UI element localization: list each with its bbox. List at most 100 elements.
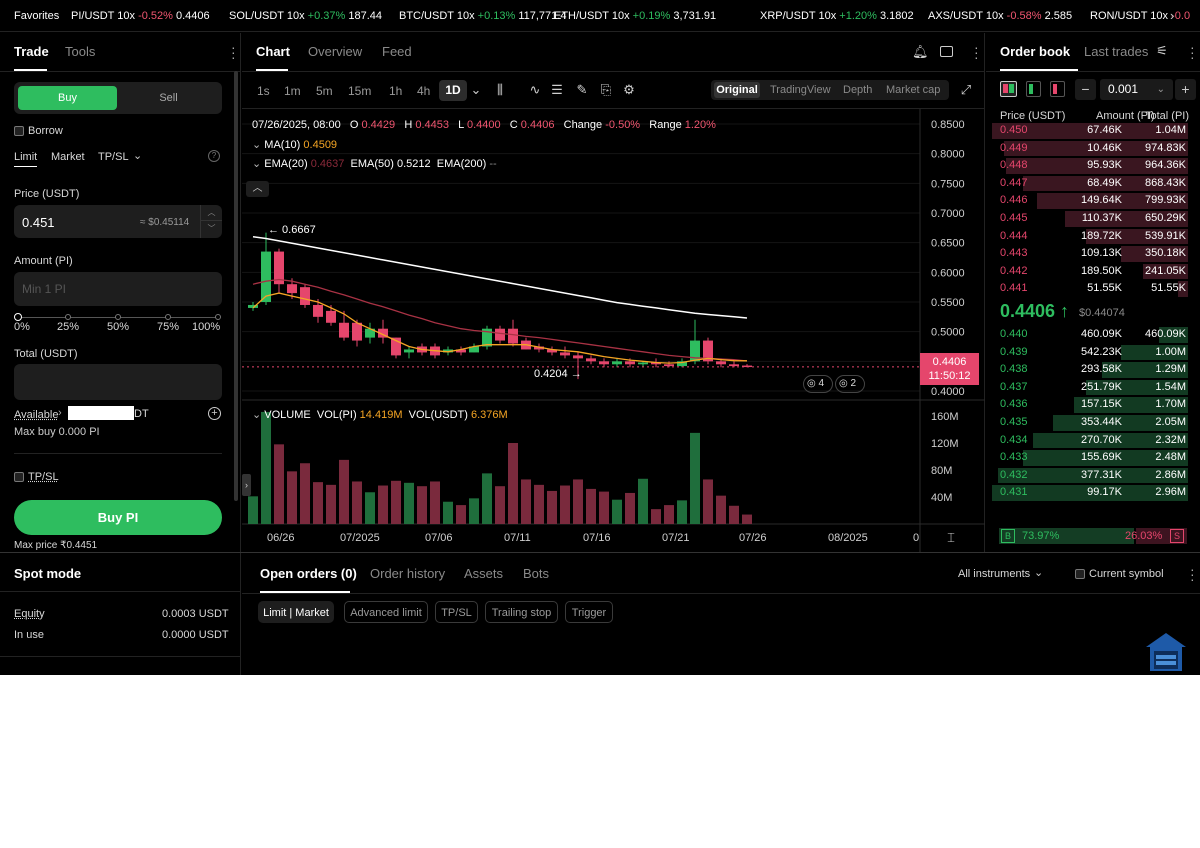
chevron-down-icon[interactable]: ⌄ xyxy=(133,149,142,162)
book-both-icon[interactable] xyxy=(1000,81,1017,97)
ask-row[interactable]: 0.445 110.37K 650.29K xyxy=(992,210,1188,228)
chevron-down-icon[interactable]: ⌄ xyxy=(470,82,482,98)
help-icon[interactable]: ? xyxy=(208,150,220,162)
slider-mark[interactable]: 0% xyxy=(14,321,30,333)
more-icon[interactable]: · · · xyxy=(231,40,236,64)
ticker-item[interactable]: AXS/USDT 10x -0.58% 2.585 xyxy=(928,0,1072,32)
book-bids-icon[interactable] xyxy=(1026,81,1041,97)
subtab-trigger[interactable]: Trigger xyxy=(565,601,613,623)
view-tradingview[interactable]: TradingView xyxy=(770,84,831,96)
stepper-down-icon[interactable]: ﹀ xyxy=(201,221,222,237)
timeframe-15m[interactable]: 15m xyxy=(348,84,371,98)
tab-chart[interactable]: Chart xyxy=(256,44,290,59)
book-asks-icon[interactable] xyxy=(1050,81,1065,97)
ask-row[interactable]: 0.446 149.64K 799.93K xyxy=(992,192,1188,210)
timeframe-1s[interactable]: 1s xyxy=(257,84,270,98)
tab-bots[interactable]: Bots xyxy=(523,566,549,581)
tab-last-trades[interactable]: Last trades xyxy=(1084,44,1148,59)
order-type-market[interactable]: Market xyxy=(51,151,85,163)
more-icon[interactable]: · · · xyxy=(1190,562,1195,586)
subtab-tpsl[interactable]: TP/SL xyxy=(435,601,478,623)
template-icon[interactable]: ⎘ xyxy=(599,82,613,98)
ask-row[interactable]: 0.450 67.46K 1.04M xyxy=(992,122,1188,140)
timeframe-5m[interactable]: 5m xyxy=(316,84,333,98)
tab-tools[interactable]: Tools xyxy=(65,44,95,59)
favorites-label[interactable]: Favorites xyxy=(14,0,59,32)
subtab-trailing-stop[interactable]: Trailing stop xyxy=(485,601,558,623)
tpsl-checkbox[interactable] xyxy=(14,472,24,482)
ticker-item[interactable]: SOL/USDT 10x +0.37% 187.44 xyxy=(229,0,382,32)
borrow-checkbox[interactable] xyxy=(14,126,24,136)
current-symbol-checkbox[interactable] xyxy=(1075,569,1085,579)
bid-row[interactable]: 0.440 460.09K 460.09K xyxy=(992,326,1188,344)
order-type-limit[interactable]: Limit xyxy=(14,151,37,163)
ask-row[interactable]: 0.442 189.50K 241.05K xyxy=(992,263,1188,281)
bid-row[interactable]: 0.431 99.17K 2.96M xyxy=(992,484,1188,502)
candle-type-icon[interactable]: ⫼ xyxy=(493,82,507,98)
stepper-up-icon[interactable]: ︿ xyxy=(201,205,222,221)
buy-pi-button[interactable]: Buy PI xyxy=(14,500,222,535)
view-market-cap[interactable]: Market cap xyxy=(886,84,940,96)
list-icon[interactable]: ☰ xyxy=(550,82,564,98)
tab-order-history[interactable]: Order history xyxy=(370,566,445,581)
collapse-legend-icon[interactable]: ︿ xyxy=(246,181,269,197)
ask-row[interactable]: 0.449 10.46K 974.83K xyxy=(992,140,1188,158)
slider-handle[interactable] xyxy=(14,313,22,321)
more-icon[interactable]: · · · xyxy=(974,40,979,64)
ask-row[interactable]: 0.444 189.72K 539.91K xyxy=(992,228,1188,246)
order-type-tpsl[interactable]: TP/SL xyxy=(98,151,129,163)
draw-icon[interactable]: ✎ xyxy=(575,82,589,98)
chevron-right-icon[interactable]: › xyxy=(58,407,62,419)
chevron-right-icon[interactable]: › xyxy=(1170,0,1174,32)
tab-overview[interactable]: Overview xyxy=(308,44,362,59)
ask-row[interactable]: 0.447 68.49K 868.43K xyxy=(992,175,1188,193)
expand-panel-icon[interactable]: › xyxy=(242,474,251,496)
slider-mark[interactable]: 75% xyxy=(157,321,179,333)
fullscreen-icon[interactable]: ⤢ xyxy=(959,82,973,98)
ticker-item[interactable]: XRP/USDT 10x +1.20% 3.1802 xyxy=(760,0,914,32)
ask-row[interactable]: 0.441 51.55K 51.55K xyxy=(992,280,1188,298)
ticker-item[interactable]: BTC/USDT 10x +0.13% 117,771.4 xyxy=(399,0,566,32)
timeframe-1m[interactable]: 1m xyxy=(284,84,301,98)
bid-row[interactable]: 0.437 251.79K 1.54M xyxy=(992,379,1188,397)
timeframe-4h[interactable]: 4h xyxy=(417,84,430,98)
filter-settings-icon[interactable]: ⚟ xyxy=(1154,43,1170,59)
event-badge[interactable]: ◎ 2 xyxy=(835,375,865,393)
bid-row[interactable]: 0.433 155.69K 2.48M xyxy=(992,449,1188,467)
ticker-item[interactable]: PI/USDT 10x -0.52% 0.4406 xyxy=(71,0,210,32)
bid-row[interactable]: 0.432 377.31K 2.86M xyxy=(992,467,1188,485)
subtab-limit-market[interactable]: Limit | Market xyxy=(258,601,334,623)
ticker-item[interactable]: ETH/USDT 10x +0.19% 3,731.91 xyxy=(554,0,716,32)
minus-button[interactable]: − xyxy=(1075,79,1096,100)
chevron-down-icon[interactable]: ⌄ xyxy=(1034,566,1043,579)
more-icon[interactable]: · · · xyxy=(1190,40,1195,64)
ask-row[interactable]: 0.448 95.93K 964.36K xyxy=(992,157,1188,175)
tab-feed[interactable]: Feed xyxy=(382,44,412,59)
cursor-text-icon[interactable]: ⌶ xyxy=(944,530,958,546)
transfer-icon[interactable]: + xyxy=(208,407,221,420)
bid-row[interactable]: 0.439 542.23K 1.00M xyxy=(992,344,1188,362)
instrument-filter[interactable]: All instruments xyxy=(958,568,1030,580)
slider-mark[interactable]: 100% xyxy=(192,321,220,333)
view-original[interactable]: Original xyxy=(714,82,760,98)
tick-size-select[interactable]: 0.001 ⌄ xyxy=(1100,79,1173,100)
price-chart[interactable]: 0.8500 0.8000 0.7500 0.7000 0.6500 0.6000 0.55… xyxy=(242,109,985,552)
tab-trade[interactable]: Trade xyxy=(14,44,49,59)
window-icon[interactable] xyxy=(940,46,953,57)
buy-toggle[interactable]: Buy xyxy=(18,86,117,110)
timeframe-1d[interactable]: 1D xyxy=(439,80,467,101)
slider-mark[interactable]: 25% xyxy=(57,321,79,333)
bid-row[interactable]: 0.435 353.44K 2.05M xyxy=(992,414,1188,432)
plus-button[interactable]: + xyxy=(1175,79,1196,100)
sell-toggle[interactable]: Sell xyxy=(119,86,218,110)
tab-open-orders[interactable]: Open orders (0) xyxy=(260,566,357,581)
timeframe-1h[interactable]: 1h xyxy=(389,84,402,98)
ticker-item[interactable]: RON/USDT 10x -0.0 xyxy=(1090,0,1190,32)
slider-mark[interactable]: 50% xyxy=(107,321,129,333)
event-badge[interactable]: ◎ 4 xyxy=(803,375,833,393)
view-depth[interactable]: Depth xyxy=(843,84,872,96)
alert-bell-icon[interactable]: 🔔︎ xyxy=(912,44,929,60)
settings-gear-icon[interactable]: ⚙ xyxy=(622,82,636,98)
tab-order-book[interactable]: Order book xyxy=(1000,44,1070,59)
indicators-icon[interactable]: ∿ xyxy=(528,82,542,98)
